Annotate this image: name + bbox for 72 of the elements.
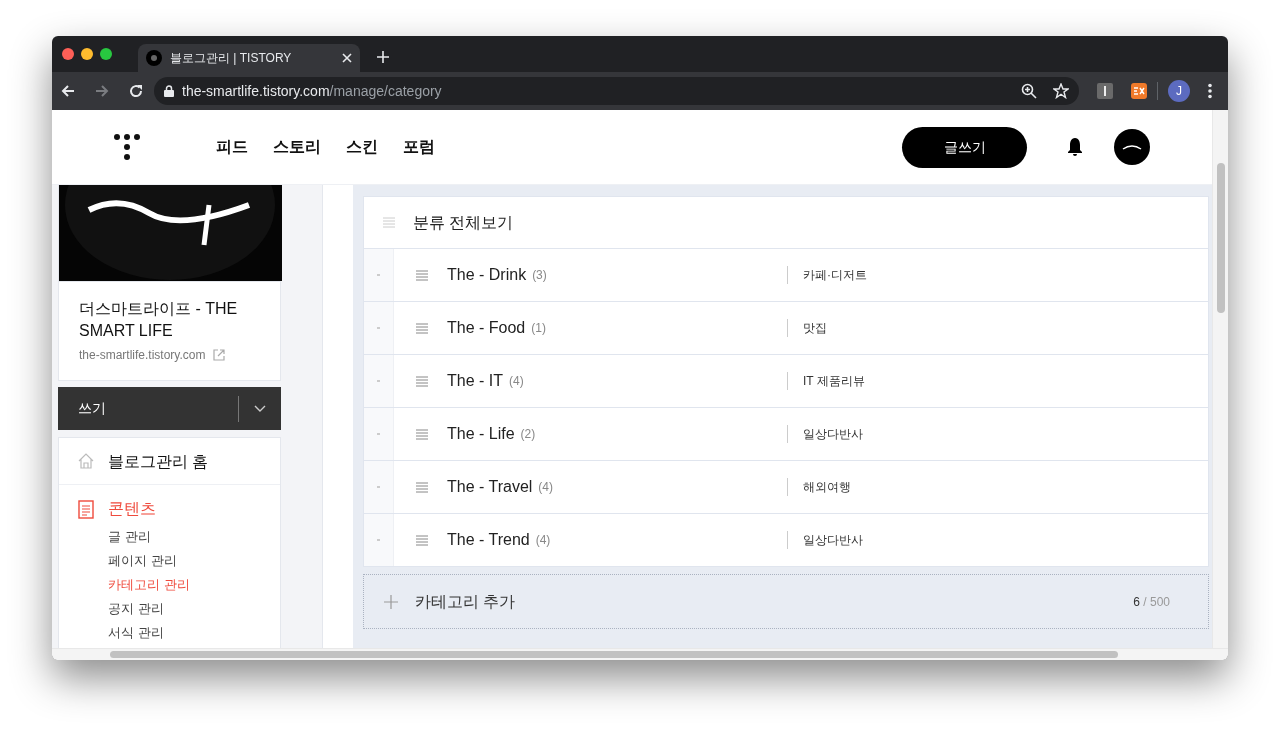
add-category-button[interactable]: 카테고리 추가 6 / 500 (363, 574, 1209, 629)
menu-item[interactable]: 서식 관리 (108, 621, 261, 645)
category-name[interactable]: The - Drink (447, 263, 527, 287)
post-count: (4) (535, 532, 552, 549)
menu-item[interactable]: 카테고리 관리 (108, 573, 261, 597)
category-name[interactable]: 분류 전체보기 (413, 210, 514, 235)
url-path: /manage/category (329, 82, 442, 99)
post-count: (1) (531, 320, 547, 337)
drag-handle-icon[interactable] (416, 481, 428, 493)
minimize-window-icon[interactable] (81, 48, 93, 60)
post-count: (4) (509, 373, 525, 390)
new-tab-icon[interactable] (376, 50, 390, 64)
back-icon[interactable] (60, 83, 76, 99)
favicon-icon (146, 50, 162, 66)
zoom-icon[interactable] (1021, 83, 1037, 99)
post-count: (3) (532, 267, 548, 284)
category-name[interactable]: The - Trend (447, 528, 530, 552)
scrollbar-thumb[interactable] (1216, 163, 1225, 313)
nav-link[interactable]: 피드 (216, 135, 248, 159)
browser-tab[interactable]: 블로그관리 | TISTORY (138, 44, 360, 72)
menu-item[interactable]: 페이지 관리 (108, 549, 261, 573)
post-count: (4) (538, 479, 555, 496)
category-description: 맛집 (803, 320, 828, 337)
category-name[interactable]: The - Travel (447, 475, 533, 499)
maximize-window-icon[interactable] (100, 48, 112, 60)
category-description: 카페·디저트 (803, 267, 868, 284)
category-description: 일상다반사 (803, 532, 864, 549)
nav-link[interactable]: 스킨 (346, 135, 378, 159)
bell-icon[interactable] (1066, 137, 1084, 157)
menu-item[interactable]: 공지 관리 (108, 597, 261, 621)
post-count: (2) (520, 426, 537, 443)
category-description: 일상다반사 (803, 426, 864, 443)
close-window-icon[interactable] (62, 48, 74, 60)
category-description: IT 제품리뷰 (803, 373, 866, 390)
blog-title: 더스마트라이프 - THE SMART LIFE (79, 299, 239, 341)
menu-item[interactable]: 글 관리 (108, 525, 261, 549)
category-name[interactable]: The - IT (447, 369, 503, 393)
menu-section[interactable]: 블로그관리 홈 (108, 450, 209, 474)
document-icon (78, 499, 96, 519)
extension-icon[interactable] (1131, 83, 1147, 99)
star-icon[interactable] (1053, 83, 1069, 99)
reload-icon[interactable] (128, 83, 144, 99)
drag-handle-icon[interactable] (416, 534, 428, 546)
plus-icon (384, 594, 398, 609)
home-icon (78, 452, 96, 472)
drag-handle-icon[interactable] (383, 217, 395, 228)
nav-link[interactable]: 포럼 (403, 135, 435, 159)
menu-section[interactable]: 콘텐츠 (108, 497, 156, 521)
address-bar[interactable]: the-smartlife.tistory.com/manage/category (154, 77, 1079, 105)
drag-handle-icon[interactable] (416, 322, 428, 334)
profile-avatar[interactable]: J (1168, 80, 1190, 102)
blog-url[interactable]: the-smartlife.tistory.com (79, 346, 206, 364)
category-description: 해외여행 (803, 479, 852, 496)
close-tab-icon[interactable] (342, 53, 352, 63)
menu-icon[interactable] (1208, 83, 1212, 99)
scrollbar-thumb[interactable] (110, 651, 1118, 658)
category-name[interactable]: The - Life (447, 422, 515, 446)
write-menu[interactable]: 쓰기 (58, 387, 281, 430)
logo-icon[interactable] (114, 134, 140, 160)
category-name[interactable]: The - Food (447, 316, 526, 340)
drag-handle-icon[interactable] (416, 375, 428, 387)
tab-title: 블로그관리 | TISTORY (170, 50, 293, 67)
extension-icon[interactable] (1097, 83, 1113, 99)
forward-icon[interactable] (94, 83, 110, 99)
nav-link[interactable]: 스토리 (273, 135, 321, 159)
url-host: the-smartlife.tistory.com (182, 82, 330, 99)
drag-handle-icon[interactable] (416, 428, 428, 440)
drag-handle-icon[interactable] (416, 269, 428, 281)
lock-icon (164, 85, 174, 97)
avatar-icon[interactable] (1114, 129, 1150, 165)
write-button[interactable]: 글쓰기 (902, 126, 1027, 168)
category-count: 6 / 500 (1133, 593, 1170, 611)
